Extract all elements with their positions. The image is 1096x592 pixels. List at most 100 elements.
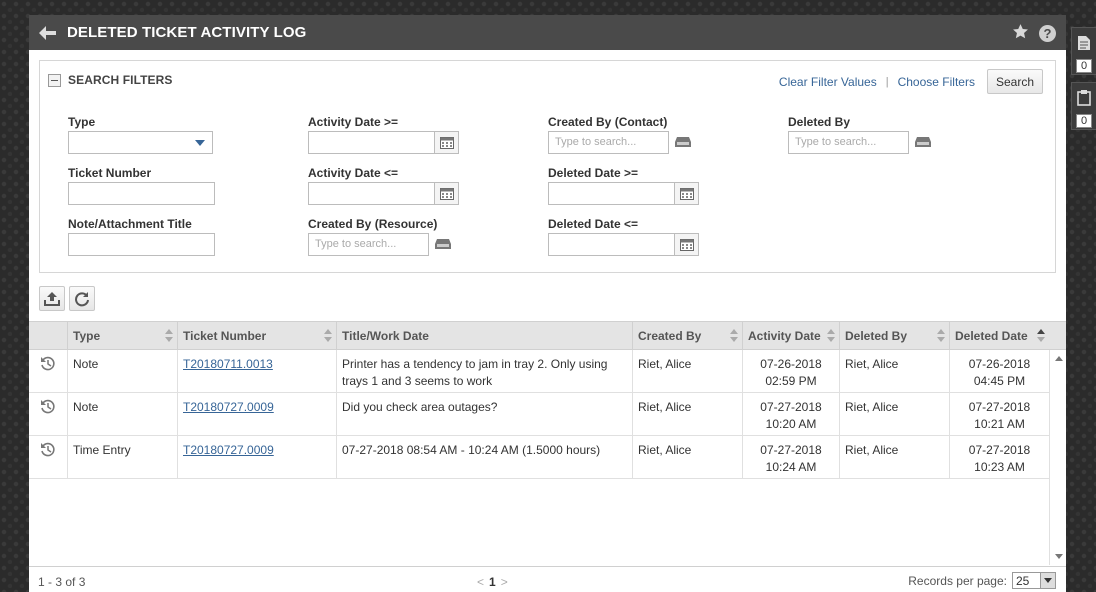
column-header-title[interactable]: Title/Work Date [336, 322, 632, 350]
export-icon [44, 291, 60, 306]
ticket-link[interactable]: T20180711.0013 [183, 357, 273, 371]
table-row: Time Entry T20180727.0009 07-27-2018 08:… [29, 436, 1049, 479]
activity-date-from-label: Activity Date >= [308, 115, 399, 129]
cell-type: Note [67, 350, 177, 393]
next-page-button[interactable]: > [501, 575, 508, 589]
main-window: DELETED TICKET ACTIVITY LOG ? SEARCH FIL… [29, 15, 1066, 592]
deleted-date-from-label: Deleted Date >= [548, 166, 639, 180]
ticket-link[interactable]: T20180727.0009 [183, 400, 274, 414]
note-title-input[interactable] [68, 233, 215, 256]
activity-date-from-input[interactable] [308, 131, 435, 154]
cell-ticket-number: T20180711.0013 [177, 350, 336, 393]
deleted-date-to-label: Deleted Date <= [548, 217, 639, 231]
ticket-number-label: Ticket Number [68, 166, 152, 180]
created-by-resource-label: Created By (Resource) [308, 217, 438, 231]
cell-ticket-number: T20180727.0009 [177, 393, 336, 436]
scroll-up-icon[interactable] [1055, 356, 1063, 361]
column-header-activity-date[interactable]: Activity Date [742, 322, 839, 350]
search-filters-panel: SEARCH FILTERS Clear Filter Values | Cho… [39, 60, 1056, 273]
cell-deleted-date: 07-27-2018 10:21 AM [949, 393, 1049, 436]
cell-title: 07-27-2018 08:54 AM - 10:24 AM (1.5000 h… [336, 436, 632, 479]
cell-title: Printer has a tendency to jam in tray 2.… [336, 350, 632, 393]
table-row: Note T20180711.0013 Printer has a tenden… [29, 350, 1049, 393]
search-button[interactable]: Search [986, 69, 1043, 94]
note-title-label: Note/Attachment Title [68, 217, 192, 231]
cell-created-by: Riet, Alice [632, 350, 742, 393]
calendar-icon[interactable] [675, 182, 699, 205]
type-label: Type [68, 115, 96, 129]
restore-history-icon[interactable] [40, 356, 56, 372]
created-by-contact-input[interactable]: Type to search... [548, 131, 669, 154]
deleted-by-picker-icon[interactable] [914, 136, 932, 150]
help-icon[interactable]: ? [1039, 24, 1056, 42]
restore-history-icon[interactable] [40, 442, 56, 458]
document-icon [1077, 35, 1091, 54]
calendar-icon[interactable] [435, 131, 459, 154]
cell-deleted-by: Riet, Alice [839, 350, 949, 393]
column-header-created-by[interactable]: Created By [632, 322, 742, 350]
grid-body: Note T20180711.0013 Printer has a tenden… [29, 350, 1066, 565]
grid-toolbar [39, 286, 95, 311]
pager: < 1 > [477, 575, 508, 589]
column-header-type[interactable]: Type [67, 322, 177, 350]
vertical-scrollbar[interactable] [1049, 350, 1066, 565]
cell-title: Did you check area outages? [336, 393, 632, 436]
clear-filter-values-link[interactable]: Clear Filter Values [779, 75, 877, 89]
resource-picker-icon[interactable] [434, 238, 452, 252]
refresh-icon [75, 291, 89, 306]
calendar-icon[interactable] [435, 182, 459, 205]
filters-title: SEARCH FILTERS [68, 73, 173, 87]
activity-date-to-label: Activity Date <= [308, 166, 399, 180]
created-by-resource-input[interactable]: Type to search... [308, 233, 429, 256]
collapse-filters-button[interactable] [48, 73, 61, 87]
deleted-by-input[interactable]: Type to search... [788, 131, 909, 154]
notes-side-tab[interactable]: 0 [1071, 27, 1096, 75]
clipboard-side-tab[interactable]: 0 [1071, 82, 1096, 130]
activity-date-to-input[interactable] [308, 182, 435, 205]
current-page[interactable]: 1 [489, 575, 496, 589]
refresh-button[interactable] [69, 286, 95, 311]
star-icon[interactable] [1012, 23, 1029, 43]
table-row: Note T20180727.0009 Did you check area o… [29, 393, 1049, 436]
records-per-page-label: Records per page: [908, 573, 1007, 588]
clipboard-count-badge: 0 [1076, 114, 1092, 128]
restore-history-icon[interactable] [40, 399, 56, 415]
created-by-contact-label: Created By (Contact) [548, 115, 668, 129]
records-per-page-select[interactable]: 25 [1012, 572, 1056, 589]
cell-activity-date: 07-27-2018 10:20 AM [742, 393, 839, 436]
cell-ticket-number: T20180727.0009 [177, 436, 336, 479]
type-select[interactable] [68, 131, 213, 154]
ticket-link[interactable]: T20180727.0009 [183, 443, 274, 457]
calendar-icon[interactable] [675, 233, 699, 256]
notes-count-badge: 0 [1076, 59, 1092, 73]
deleted-date-to-input[interactable] [548, 233, 675, 256]
column-header-deleted-by[interactable]: Deleted By [839, 322, 949, 350]
export-button[interactable] [39, 286, 65, 311]
choose-filters-link[interactable]: Choose Filters [898, 75, 975, 89]
page-title: DELETED TICKET ACTIVITY LOG [67, 24, 307, 41]
column-header-deleted-date[interactable]: Deleted Date [949, 322, 1049, 350]
cell-created-by: Riet, Alice [632, 436, 742, 479]
scroll-down-icon[interactable] [1055, 554, 1063, 559]
clipboard-icon [1077, 89, 1091, 109]
cell-activity-date: 07-26-2018 02:59 PM [742, 350, 839, 393]
deleted-date-from-input[interactable] [548, 182, 675, 205]
cell-activity-date: 07-27-2018 10:24 AM [742, 436, 839, 479]
prev-page-button[interactable]: < [477, 575, 484, 589]
chevron-down-icon[interactable] [1040, 573, 1055, 588]
records-per-page-value: 25 [1016, 574, 1030, 588]
cell-type: Note [67, 393, 177, 436]
cell-created-by: Riet, Alice [632, 393, 742, 436]
grid-footer: 1 - 3 of 3 < 1 > Records per page: 25 [29, 566, 1066, 592]
record-count: 1 - 3 of 3 [38, 575, 86, 589]
cell-deleted-date: 07-26-2018 04:45 PM [949, 350, 1049, 393]
title-bar: DELETED TICKET ACTIVITY LOG ? [29, 15, 1066, 50]
cell-type: Time Entry [67, 436, 177, 479]
column-header-ticket-number[interactable]: Ticket Number [177, 322, 336, 350]
back-arrow-icon[interactable] [38, 23, 58, 43]
contact-picker-icon[interactable] [674, 136, 692, 150]
cell-deleted-by: Riet, Alice [839, 393, 949, 436]
ticket-number-input[interactable] [68, 182, 215, 205]
activity-log-grid: Type Ticket Number Title/Work Date Creat… [29, 321, 1066, 565]
cell-deleted-by: Riet, Alice [839, 436, 949, 479]
